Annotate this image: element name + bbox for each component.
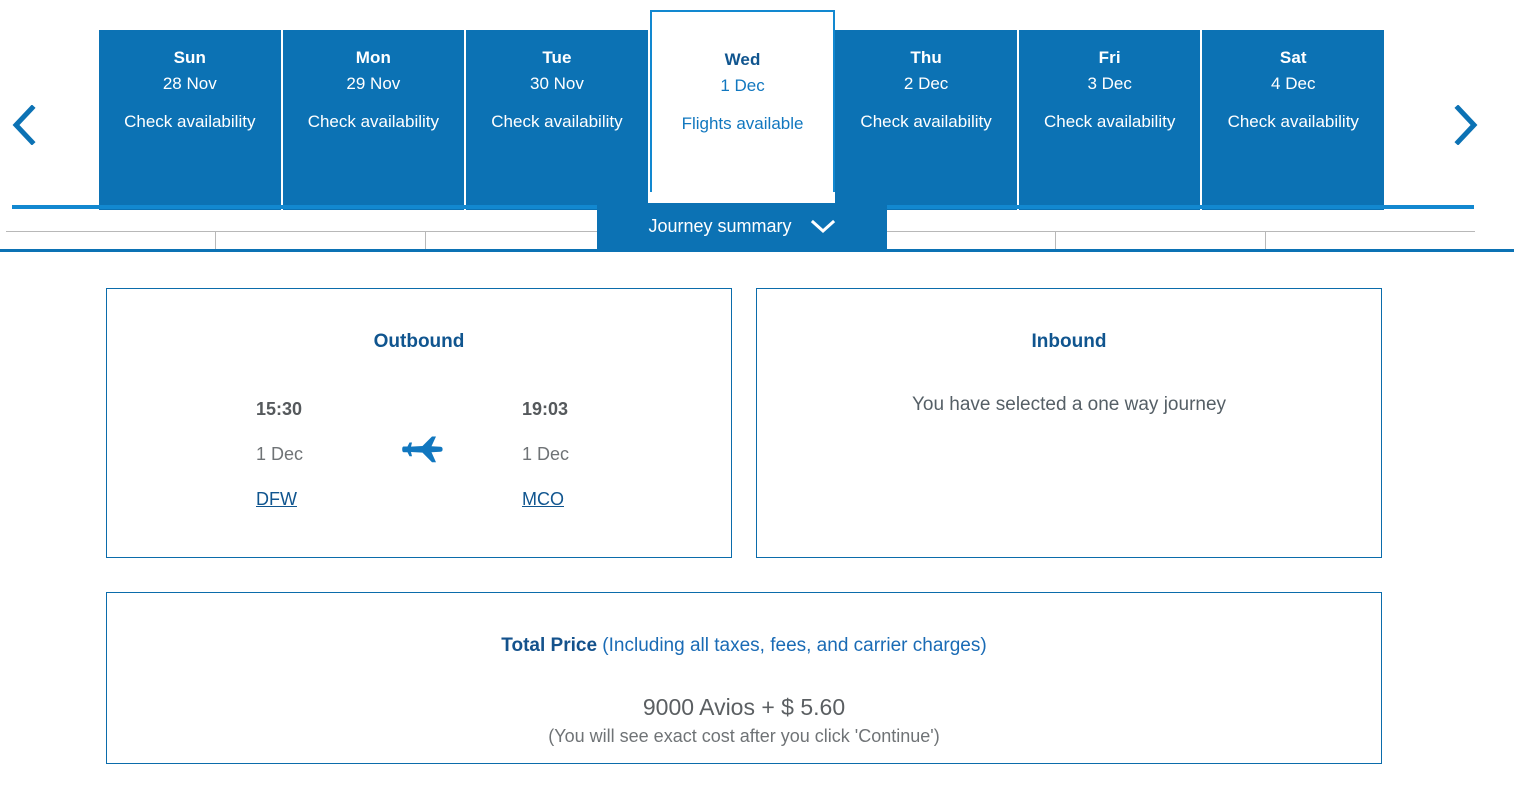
date-tab-sat[interactable]: Sat 4 Dec Check availability <box>1202 30 1385 210</box>
inbound-card: Inbound You have selected a one way jour… <box>756 288 1382 558</box>
date-tab-weekday: Fri <box>1098 48 1121 67</box>
airplane-icon <box>401 433 443 467</box>
date-selector-strip: Sun 28 Nov Check availability Mon 29 Nov Chec… <box>0 0 1514 212</box>
date-tab-weekday: Sun <box>173 48 206 67</box>
date-tab-date: 2 Dec <box>903 74 949 93</box>
total-price-heading: Total Price (Including all taxes, fees, … <box>107 634 1381 658</box>
date-tab-thu[interactable]: Thu 2 Dec Check availability <box>835 30 1019 210</box>
date-tab-date: 3 Dec <box>1087 74 1132 93</box>
outbound-leg-row: 15:30 1 Dec DFW 19:03 1 Dec MCO <box>107 397 731 517</box>
date-tab-status: Check availability <box>1044 112 1176 131</box>
flight-date-selector-page: Sun 28 Nov Check availability Mon 29 Nov Chec… <box>0 0 1514 785</box>
departure-airport-link[interactable]: DFW <box>256 487 297 511</box>
date-tabs: Sun 28 Nov Check availability Mon 29 Nov Chec… <box>99 10 1385 210</box>
outbound-card: Outbound 15:30 1 Dec DFW 19:03 1 Dec MCO <box>106 288 732 558</box>
total-price-label: Total Price <box>501 635 598 656</box>
date-tab-date: 4 Dec <box>1271 74 1316 93</box>
date-tab-status: Check availability <box>1227 112 1359 131</box>
date-tab-sun[interactable]: Sun 28 Nov Check availability <box>99 30 283 210</box>
previous-dates-button[interactable] <box>0 96 48 154</box>
date-tab-weekday: Wed <box>724 50 761 69</box>
date-tab-weekday: Thu <box>910 48 942 67</box>
journey-summary-label: Journey summary <box>648 216 792 236</box>
chevron-left-icon <box>11 105 37 145</box>
departure-time: 15:30 <box>256 399 303 419</box>
arrival-time: 19:03 <box>522 399 569 419</box>
total-price-note: (You will see exact cost after you click… <box>548 726 940 746</box>
outbound-arrival: 19:03 1 Dec MCO <box>522 397 569 511</box>
date-tab-status: Check availability <box>307 112 440 131</box>
outbound-title: Outbound <box>373 331 465 352</box>
chevron-down-icon <box>810 218 836 234</box>
date-tab-status: Check availability <box>491 112 623 131</box>
inbound-message: You have selected a one way journey <box>911 394 1227 415</box>
date-tab-wed[interactable]: Wed 1 Dec Flights available <box>649 10 836 192</box>
date-tab-date: 1 Dec <box>720 76 765 95</box>
date-tab-date: 30 Nov <box>530 74 584 93</box>
total-price-subtext: (Including all taxes, fees, and carrier … <box>602 635 987 656</box>
chevron-right-icon <box>1453 105 1479 145</box>
arrival-date: 1 Dec <box>522 444 570 464</box>
total-price-card: Total Price (Including all taxes, fees, … <box>106 592 1382 764</box>
date-tab-weekday: Mon <box>355 48 391 67</box>
departure-date: 1 Dec <box>256 444 304 464</box>
arrival-airport-link[interactable]: MCO <box>522 487 564 511</box>
date-tab-date: 29 Nov <box>346 74 401 93</box>
date-tab-status: Check availability <box>124 112 256 131</box>
date-tab-weekday: Sat <box>1279 48 1307 67</box>
date-tab-weekday: Tue <box>542 48 572 67</box>
date-tab-status: Check availability <box>860 112 992 131</box>
date-tab-tue[interactable]: Tue 30 Nov Check availability <box>466 30 650 210</box>
total-price-amount: 9000 Avios + $ 5.60 <box>642 694 846 720</box>
next-dates-button[interactable] <box>1442 96 1490 154</box>
journey-summary-toggle[interactable]: Journey summary <box>597 203 887 249</box>
date-tab-fri[interactable]: Fri 3 Dec Check availability <box>1018 30 1203 210</box>
date-tab-mon[interactable]: Mon 29 Nov Check availability <box>282 30 467 210</box>
outbound-departure: 15:30 1 Dec DFW <box>256 397 303 511</box>
date-tab-status: Flights available <box>681 114 804 133</box>
inbound-title: Inbound <box>1031 331 1107 352</box>
summary-bottom-rule <box>0 249 1514 252</box>
date-tab-date: 28 Nov <box>162 74 217 93</box>
